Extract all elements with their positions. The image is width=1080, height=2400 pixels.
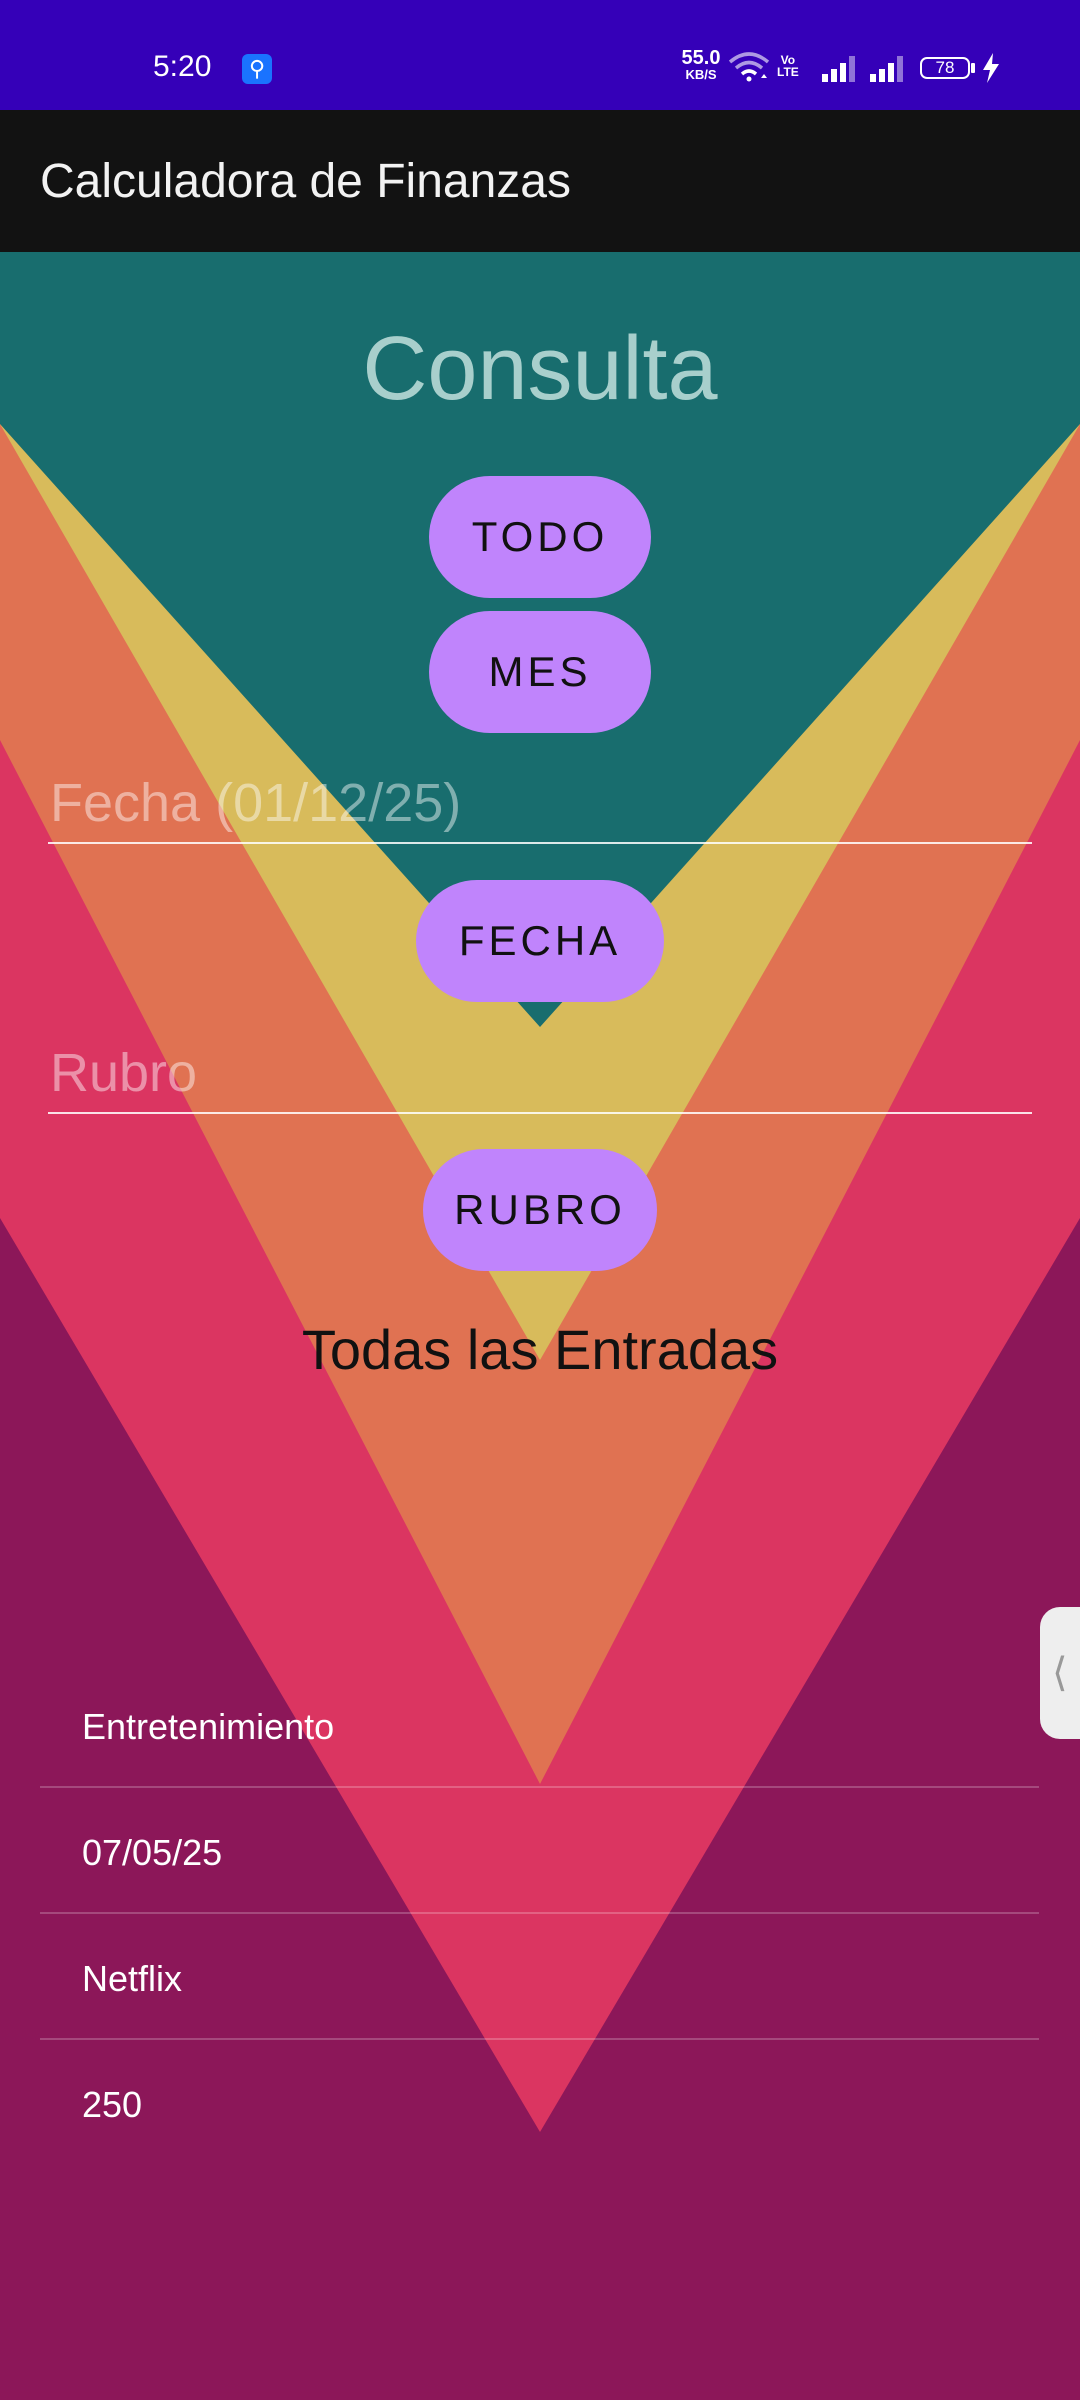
list-item[interactable]: Netflix <box>40 1914 1039 2040</box>
mes-button[interactable]: MES <box>429 611 651 733</box>
signal-icon <box>870 56 903 82</box>
battery-tip <box>971 63 975 73</box>
volte-icon: Vo LTE <box>777 54 799 78</box>
section-title: Todas las Entradas <box>301 1318 779 1381</box>
fecha-input-placeholder: Fecha (01/12/25) <box>50 773 462 833</box>
edge-panel-handle[interactable]: ⟨ <box>1040 1607 1080 1739</box>
fecha-button[interactable]: FECHA <box>416 880 664 1002</box>
entries-list: Entretenimiento 07/05/25 Netflix 250 <box>40 1662 1039 2164</box>
entry-date: 07/05/25 <box>82 1832 223 1873</box>
network-speed: 55.0 KB/S <box>678 48 724 81</box>
todo-button[interactable]: TODO <box>429 476 651 598</box>
status-time: 5:20 <box>153 50 212 83</box>
usb-icon: ⚲ <box>242 54 272 84</box>
status-bar: 5:20 ⚲ 55.0 KB/S Vo LTE 78 <box>0 0 1080 110</box>
rubro-button[interactable]: RUBRO <box>423 1149 657 1271</box>
charging-bolt-icon <box>983 53 999 83</box>
entry-category: Entretenimiento <box>82 1706 335 1747</box>
battery-level: 78 <box>935 58 955 77</box>
fecha-input[interactable]: Fecha (01/12/25) <box>48 762 1032 844</box>
network-speed-value: 55.0 <box>681 47 721 69</box>
list-item[interactable]: 250 <box>40 2040 1039 2164</box>
volte-bottom: LTE <box>777 65 799 79</box>
page-title: Consulta <box>362 319 718 419</box>
signal-icon <box>822 56 855 82</box>
entry-amount: 250 <box>82 2084 143 2125</box>
app-title: Calculadora de Finanzas <box>40 155 571 208</box>
app-bar: Calculadora de Finanzas <box>0 110 1080 252</box>
list-item[interactable]: Entretenimiento <box>40 1662 1039 1788</box>
list-item[interactable]: 07/05/25 <box>40 1788 1039 1914</box>
battery-icon: 78 <box>920 57 970 79</box>
rubro-input[interactable]: Rubro <box>48 1032 1032 1114</box>
wifi-icon <box>728 52 770 82</box>
entry-description: Netflix <box>82 1958 183 1999</box>
rubro-input-placeholder: Rubro <box>50 1043 198 1103</box>
network-speed-unit: KB/S <box>685 67 717 82</box>
chevron-left-icon: ⟨ <box>1052 1651 1068 1695</box>
consulta-screen: Consulta TODO MES Fecha (01/12/25) FECHA… <box>0 252 1080 2400</box>
